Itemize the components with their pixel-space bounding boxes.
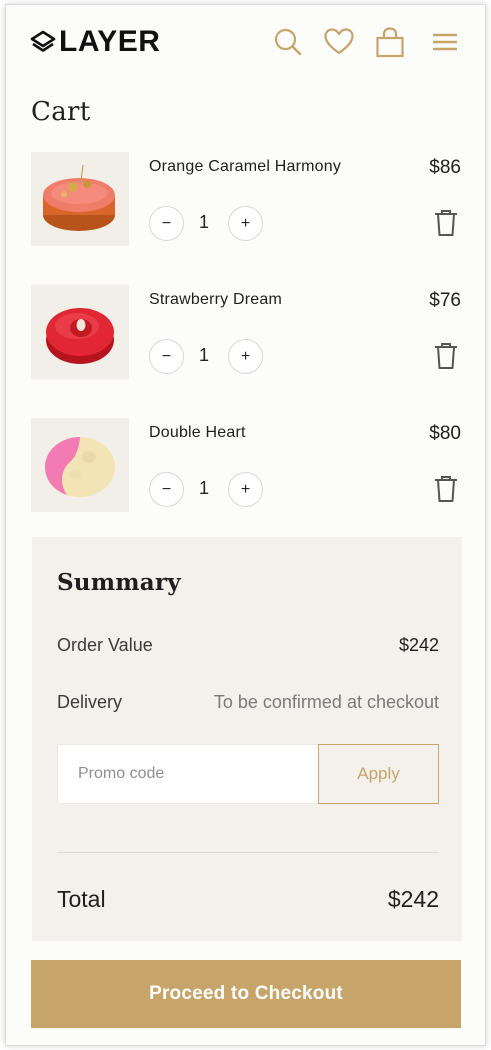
menu-icon: [433, 33, 457, 51]
proceed-to-checkout-button[interactable]: Proceed to Checkout: [31, 960, 461, 1028]
product-price: $80: [429, 423, 461, 444]
delivery-value: To be confirmed at checkout: [213, 692, 439, 712]
search-icon: [274, 28, 302, 56]
promo-code-input[interactable]: [57, 744, 319, 804]
product-image[interactable]: [31, 152, 129, 246]
remove-item-button[interactable]: [433, 474, 459, 504]
logo-text: LAYER: [59, 25, 161, 58]
increase-quantity-button[interactable]: +: [228, 206, 263, 241]
bag-icon: [376, 27, 404, 58]
double-heart-cake-image: [45, 437, 115, 497]
order-value-label: Order Value: [57, 635, 153, 655]
cart-item: Double Heart $80 − 1 +: [31, 418, 463, 514]
strawberry-cake-image: [46, 308, 114, 364]
quantity-value: 1: [198, 345, 209, 365]
increase-quantity-button[interactable]: +: [228, 339, 263, 374]
increase-quantity-button[interactable]: +: [228, 472, 263, 507]
layer-logo-icon: [30, 30, 56, 52]
trash-icon: [435, 343, 457, 369]
product-price: $76: [429, 290, 461, 311]
bag-button[interactable]: [373, 25, 407, 59]
cart-item: Strawberry Dream $76 − 1 +: [31, 285, 463, 381]
heart-icon: [324, 28, 354, 55]
menu-button[interactable]: [428, 25, 462, 59]
apply-promo-button[interactable]: Apply: [318, 744, 439, 804]
orange-cake-image: [43, 164, 115, 231]
search-button[interactable]: [271, 25, 305, 59]
product-image[interactable]: [31, 418, 129, 512]
quantity-value: 1: [198, 212, 209, 232]
summary-title: Summary: [57, 569, 181, 596]
quantity-value: 1: [198, 478, 209, 498]
remove-item-button[interactable]: [433, 341, 459, 371]
product-name[interactable]: Strawberry Dream: [149, 291, 282, 309]
delivery-label: Delivery: [57, 692, 123, 712]
product-name[interactable]: Orange Caramel Harmony: [149, 158, 341, 176]
wishlist-button[interactable]: [322, 25, 356, 59]
header: LAYER: [6, 5, 485, 83]
product-price: $86: [429, 157, 461, 178]
product-image[interactable]: [31, 285, 129, 379]
total-label: Total: [57, 886, 106, 912]
logo[interactable]: LAYER: [30, 27, 160, 57]
trash-icon: [435, 476, 457, 502]
summary-divider: [57, 852, 439, 853]
cart-title: Cart: [31, 97, 91, 127]
total-value: $242: [387, 886, 439, 912]
product-name[interactable]: Double Heart: [149, 424, 246, 442]
decrease-quantity-button[interactable]: −: [149, 206, 184, 241]
app-frame: LAYER Cart Orange Caramel Harmony $86 − …: [5, 4, 486, 1046]
decrease-quantity-button[interactable]: −: [149, 472, 184, 507]
remove-item-button[interactable]: [433, 208, 459, 238]
trash-icon: [435, 210, 457, 236]
decrease-quantity-button[interactable]: −: [149, 339, 184, 374]
order-summary: Summary Order Value $242 Delivery To be …: [32, 537, 462, 941]
order-value: $242: [398, 635, 439, 655]
cart-item: Orange Caramel Harmony $86 − 1 +: [31, 152, 463, 248]
